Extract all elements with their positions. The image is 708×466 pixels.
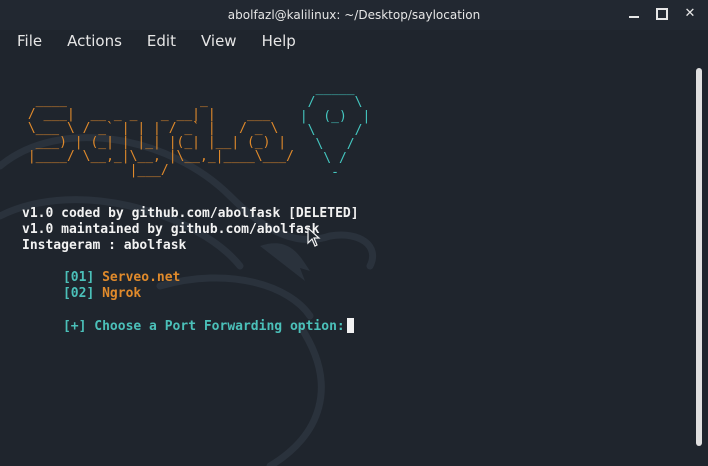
window-title: abolfazl@kalilinux: ~/Desktop/saylocatio… bbox=[227, 8, 481, 22]
menu-file[interactable]: File bbox=[9, 30, 50, 56]
window-controls: ✕ bbox=[626, 6, 698, 22]
option-label: Ngrok bbox=[102, 286, 142, 301]
scrollbar[interactable] bbox=[696, 68, 702, 446]
maintained-by-line: v1.0 maintained by github.com/abolfask bbox=[22, 222, 320, 237]
maximize-icon[interactable] bbox=[654, 6, 670, 22]
title-bar[interactable]: abolfazl@kalilinux: ~/Desktop/saylocatio… bbox=[0, 0, 708, 30]
location-pin-ascii: _____ / \ | (_) | \ / \ / \ / - bbox=[299, 81, 371, 180]
terminal-window: abolfazl@kalilinux: ~/Desktop/saylocatio… bbox=[0, 0, 708, 466]
text-cursor bbox=[346, 318, 354, 333]
terminal-output[interactable]: ____ _ / ___| __ _ _ _ __| | ___ \___ \ … bbox=[0, 56, 690, 466]
scrollbar-thumb[interactable] bbox=[696, 68, 702, 446]
menu-actions[interactable]: Actions bbox=[59, 30, 130, 56]
minimize-icon[interactable] bbox=[626, 6, 642, 22]
close-icon[interactable]: ✕ bbox=[682, 6, 698, 22]
saylo-ascii-logo: ____ _ / ___| __ _ _ _ __| | ___ \___ \ … bbox=[27, 93, 294, 178]
prompt-text: [+] Choose a Port Forwarding option: bbox=[62, 319, 345, 334]
menu-edit[interactable]: Edit bbox=[139, 30, 184, 56]
menu-help[interactable]: Help bbox=[254, 30, 304, 56]
mouse-pointer-icon bbox=[307, 227, 321, 247]
menu-view[interactable]: View bbox=[193, 30, 245, 56]
option-number: [02] bbox=[62, 286, 95, 301]
instagram-line: Instageram : abolfask bbox=[22, 238, 187, 253]
coded-by-line: v1.0 coded by github.com/abolfask [DELET… bbox=[22, 206, 359, 221]
menu-bar: File Actions Edit View Help bbox=[0, 30, 708, 56]
port-forwarding-prompt[interactable]: [+] Choose a Port Forwarding option: bbox=[16, 302, 354, 351]
